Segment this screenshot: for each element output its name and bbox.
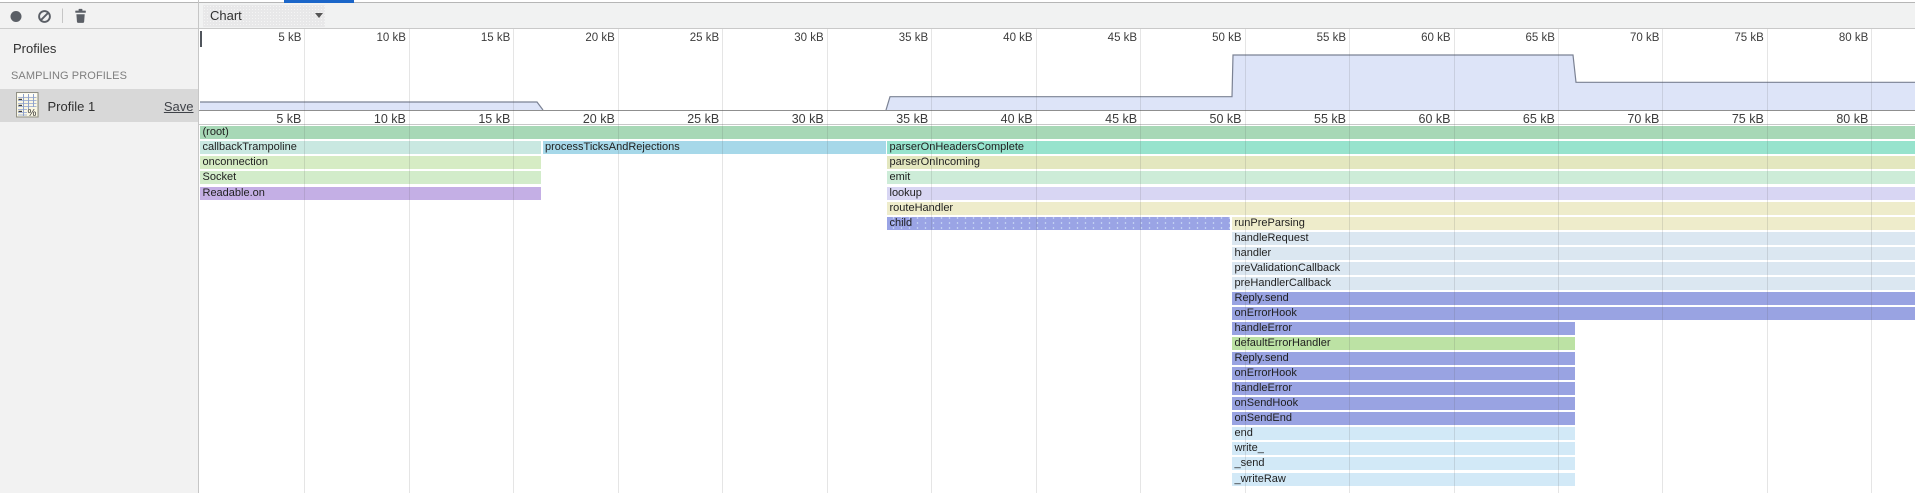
svg-text:%: % (28, 108, 37, 119)
